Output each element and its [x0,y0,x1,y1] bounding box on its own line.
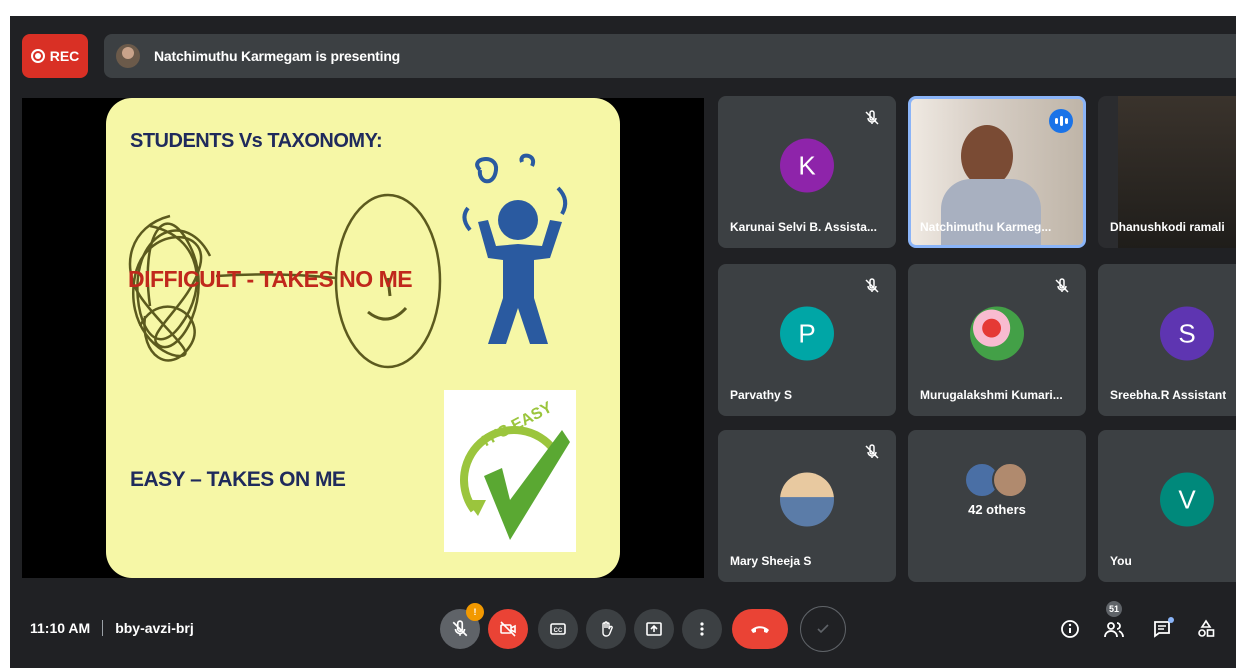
participant-tile[interactable]: P Parvathy S [718,264,896,416]
stressed-person-icon [462,153,568,344]
end-call-icon [751,626,769,633]
present-icon [646,622,662,636]
activities-button[interactable] [1194,617,1218,641]
slide: STUDENTS Vs TAXONOMY: DIFFICULT - TAKES … [106,98,620,578]
checkmark-icon [817,624,829,634]
camera-toggle-button[interactable] [488,609,528,649]
participant-name: You [1110,554,1132,568]
clock: 11:10 AM [30,620,91,636]
chat-button[interactable] [1150,617,1174,641]
unread-dot [1168,617,1174,623]
control-bar: 11:10 AM bby-avzi-brj ! CC 51 [10,594,1236,668]
people-button[interactable]: 51 [1102,601,1126,641]
mic-off-icon [865,278,879,293]
slide-difficult-text: DIFFICULT - TAKES NO ME [128,266,413,292]
end-call-button[interactable] [732,609,788,649]
presenting-banner: Natchimuthu Karmegam is presenting [104,34,1236,78]
participant-name: Natchimuthu Karmeg... [920,220,1052,234]
avatar: V [1160,472,1214,527]
mic-off-icon [865,110,879,125]
record-icon [30,49,45,63]
avatar: K [780,138,834,193]
participant-name: Sreebha.R Assistant [1110,388,1227,402]
avatar: P [780,306,834,361]
rec-label: REC [49,48,80,64]
more-options-icon [700,622,704,636]
camera-off-icon [500,621,516,637]
svg-text:CC: CC [554,628,563,634]
check-mark-icon: IT'S EASY [460,399,570,540]
slide-easy-text: EASY – TAKES ON ME [130,468,346,491]
avatar-photo [780,472,834,527]
participant-name: Murugalakshmi Kumari... [920,388,1063,402]
mic-toggle-button[interactable]: ! [440,603,484,649]
activities-icon [1198,619,1215,637]
participant-tile[interactable]: Mary Sheeja S [718,430,896,582]
self-tile[interactable]: V You [1098,430,1236,582]
participant-tile-speaking[interactable]: Natchimuthu Karmeg... [908,96,1086,248]
participant-tile[interactable]: Murugalakshmi Kumari... [908,264,1086,416]
participant-name: Dhanushkodi ramali [1110,220,1225,234]
avatar-photo [970,306,1024,361]
presentation-stage[interactable]: STUDENTS Vs TAXONOMY: DIFFICULT - TAKES … [22,98,704,578]
captions-icon: CC [550,623,566,635]
mic-off-icon [452,620,468,637]
raise-hand-icon [602,621,613,637]
participant-name: Karunai Selvi B. Assista... [730,220,877,234]
others-tile[interactable]: 42 others [908,430,1086,582]
participant-name: Mary Sheeja S [730,554,812,568]
mic-off-icon [1055,278,1069,293]
info-icon [1061,620,1079,638]
slide-title: STUDENTS Vs TAXONOMY: [130,130,383,152]
participant-name: Parvathy S [730,388,793,402]
more-options-button[interactable] [682,609,722,649]
raise-hand-button[interactable] [586,609,626,649]
participant-tile[interactable]: Dhanushkodi ramali [1098,96,1236,248]
others-count: 42 others [968,502,1026,517]
people-icon [1104,622,1124,638]
host-controls-button[interactable] [800,606,846,652]
speaking-indicator-icon [1049,109,1073,133]
participant-tile[interactable]: S Sreebha.R Assistant [1098,264,1236,416]
avatar: S [1160,306,1214,361]
mic-alert-badge: ! [466,603,484,621]
its-easy-image: IT'S EASY [444,390,576,552]
recording-indicator[interactable]: REC [22,34,88,78]
meeting-info: 11:10 AM bby-avzi-brj [30,620,194,636]
top-bar: REC Natchimuthu Karmegam is presenting [22,32,1236,80]
captions-button[interactable]: CC [538,609,578,649]
others-avatars [964,462,1034,498]
divider [102,620,104,636]
participant-tile[interactable]: K Karunai Selvi B. Assista... [718,96,896,248]
presenter-avatar [116,44,140,68]
presenting-text: Natchimuthu Karmegam is presenting [154,48,401,64]
people-count-badge: 51 [1106,601,1122,617]
meet-window: REC Natchimuthu Karmegam is presenting S… [10,16,1236,668]
meeting-code: bby-avzi-brj [115,620,194,636]
mic-off-icon [865,444,879,459]
present-button[interactable] [634,609,674,649]
meeting-details-button[interactable] [1058,617,1082,641]
